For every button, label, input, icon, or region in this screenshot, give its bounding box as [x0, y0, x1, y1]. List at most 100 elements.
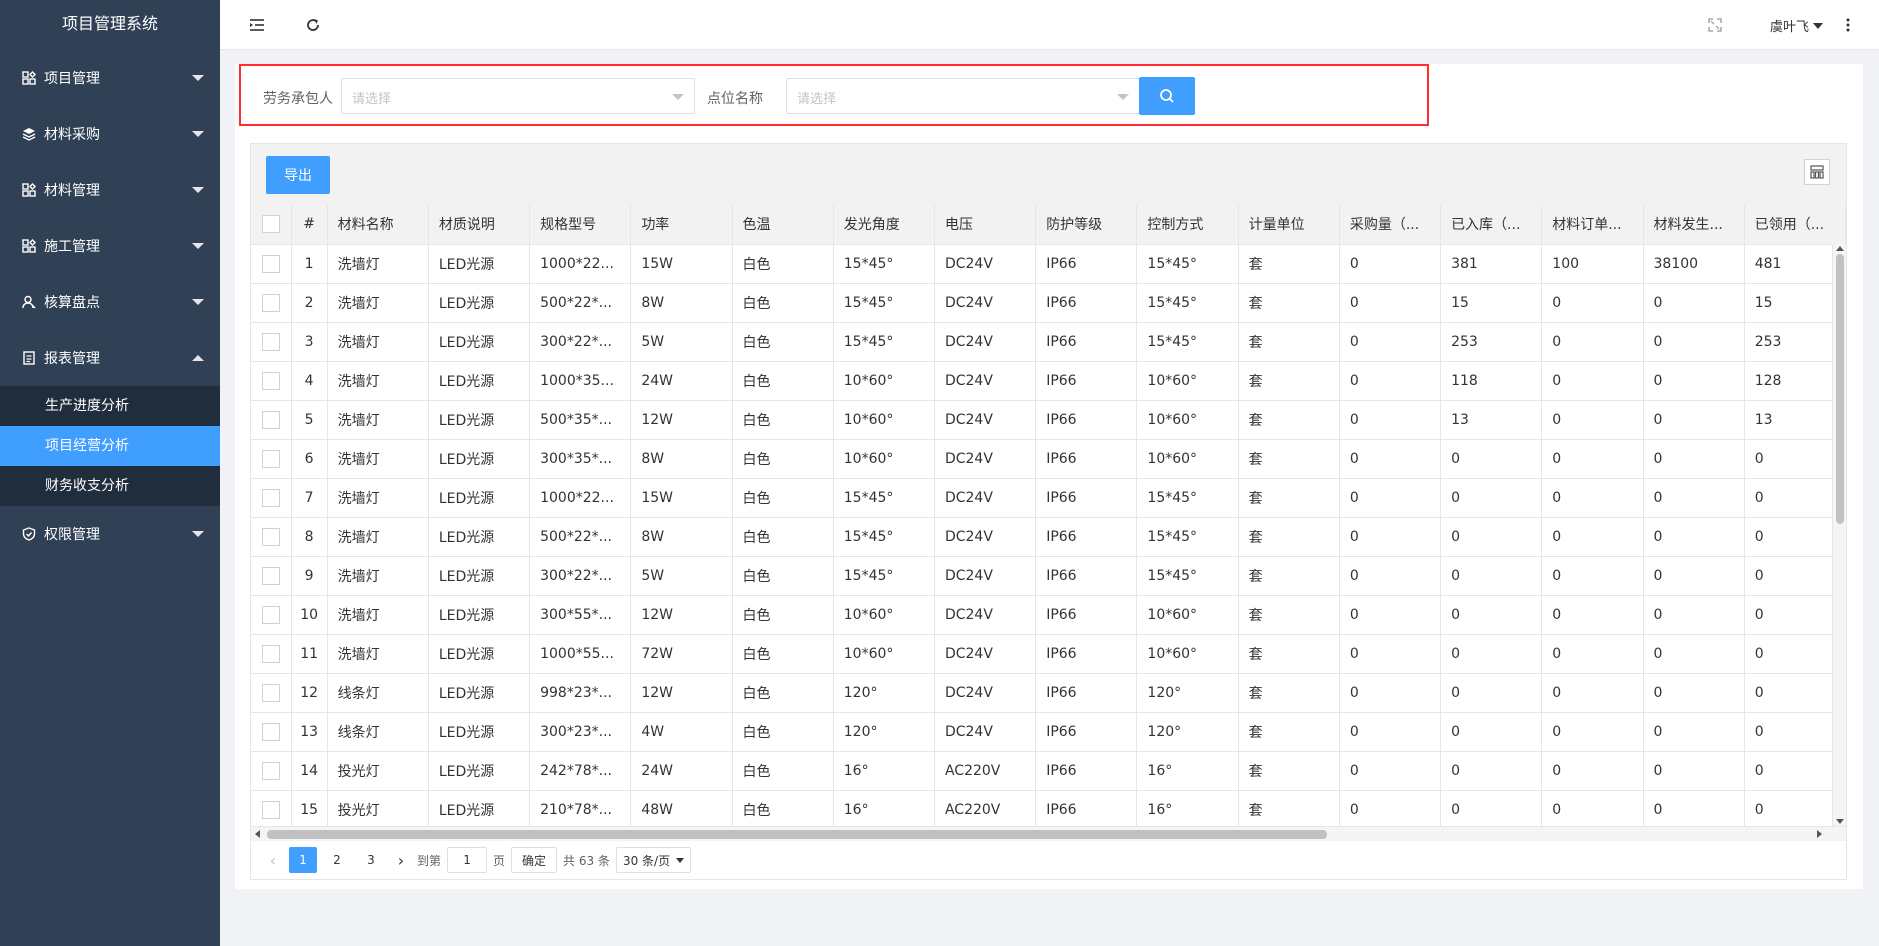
table-cell: DC24V: [934, 439, 1037, 479]
select-all-checkbox[interactable]: [261, 215, 280, 234]
table-row[interactable]: 1 洗墙灯 LED光源 1000*22... 15W 白色 15*45° DC24V IP66 1…: [251, 244, 1846, 284]
table-row[interactable]: 5 洗墙灯 LED光源 500*35*... 12W 白色 10*60° DC24V IP66 1…: [251, 400, 1846, 440]
table-cell: 0: [1643, 283, 1745, 323]
row-checkbox[interactable]: [261, 761, 280, 780]
table-cell: 10*60°: [1136, 361, 1239, 401]
table-cell: 白色: [732, 712, 834, 752]
user-menu[interactable]: 虞叶飞: [1770, 16, 1823, 35]
row-checkbox[interactable]: [261, 644, 280, 663]
row-checkbox[interactable]: [261, 410, 280, 429]
row-checkbox[interactable]: [261, 254, 280, 273]
menu-item-material-management[interactable]: 材料管理: [0, 162, 220, 218]
search-button[interactable]: [1139, 77, 1195, 115]
table-row[interactable]: 15 投光灯 LED光源 210*78*... 48W 白色 16° AC220V IP66 16…: [251, 790, 1846, 826]
table-cell: 套: [1238, 322, 1340, 362]
menu-item-accounting[interactable]: 核算盘点: [0, 274, 220, 330]
goto-page-input[interactable]: 1: [447, 847, 488, 873]
table-cell: 15*45°: [1136, 556, 1239, 596]
table-cell: 118: [1440, 361, 1543, 401]
page-number[interactable]: 3: [357, 847, 385, 873]
submenu-project-operation[interactable]: 项目经营分析: [0, 426, 220, 466]
horizontal-scrollbar[interactable]: [251, 826, 1846, 840]
next-page-icon[interactable]: ›: [391, 847, 411, 873]
table-cell: 0: [1643, 322, 1745, 362]
user-icon: [20, 293, 38, 311]
column-settings-icon[interactable]: [1804, 159, 1830, 185]
row-checkbox[interactable]: [261, 683, 280, 702]
row-checkbox[interactable]: [261, 332, 280, 351]
table-body: 1 洗墙灯 LED光源 1000*22... 15W 白色 15*45° DC24V IP66 1…: [251, 244, 1846, 826]
table-cell: 0: [1440, 439, 1543, 479]
table-row[interactable]: 8 洗墙灯 LED光源 500*22*... 8W 白色 15*45° DC24V IP66 15…: [251, 517, 1846, 557]
table-row[interactable]: 14 投光灯 LED光源 242*78*... 24W 白色 16° AC220V IP66 16…: [251, 751, 1846, 791]
table-row[interactable]: 3 洗墙灯 LED光源 300*22*... 5W 白色 15*45° DC24V IP66 15…: [251, 322, 1846, 362]
chevron-down-icon: [672, 94, 684, 100]
table-row[interactable]: 10 洗墙灯 LED光源 300*55*... 12W 白色 10*60° DC24V IP66…: [251, 595, 1846, 635]
table-cell: 12W: [630, 673, 733, 713]
row-checkbox[interactable]: [261, 293, 280, 312]
column-header: 防护等级: [1035, 205, 1138, 245]
row-checkbox[interactable]: [261, 449, 280, 468]
table-cell: 0: [1339, 361, 1442, 401]
scroll-down-icon[interactable]: [1836, 819, 1844, 824]
menu-item-project[interactable]: 项目管理: [0, 50, 220, 106]
table-cell: LED光源: [428, 361, 531, 401]
menu-label: 施工管理: [44, 239, 100, 255]
table-cell: 9: [291, 556, 328, 596]
table-row[interactable]: 12 线条灯 LED光源 998*23*... 12W 白色 120° DC24V IP66 12…: [251, 673, 1846, 713]
scroll-left-icon[interactable]: [255, 830, 260, 838]
scroll-up-icon[interactable]: [1836, 246, 1844, 251]
menu-item-permissions[interactable]: 权限管理: [0, 506, 220, 562]
table-row[interactable]: 2 洗墙灯 LED光源 500*22*... 8W 白色 15*45° DC24V IP66 15…: [251, 283, 1846, 323]
table-row[interactable]: 4 洗墙灯 LED光源 1000*35... 24W 白色 10*60° DC24V IP66 1…: [251, 361, 1846, 401]
table-row[interactable]: 9 洗墙灯 LED光源 300*22*... 5W 白色 15*45° DC24V IP66 15…: [251, 556, 1846, 596]
export-button[interactable]: 导出: [266, 156, 330, 194]
table-cell: 0: [1744, 634, 1846, 674]
username: 虞叶飞: [1769, 20, 1809, 35]
fullscreen-icon[interactable]: [1704, 14, 1726, 36]
column-header: 发光角度: [833, 205, 935, 245]
table-cell: 洗墙灯: [327, 478, 429, 518]
point-select[interactable]: 请选择: [786, 78, 1140, 114]
vertical-scrollbar[interactable]: [1832, 244, 1846, 826]
page-size-select[interactable]: 30 条/页: [615, 847, 692, 873]
menu-item-material-purchase[interactable]: 材料采购: [0, 106, 220, 162]
prev-page-icon[interactable]: ‹: [263, 847, 283, 873]
table-cell: 242*78*...: [529, 751, 632, 791]
row-checkbox[interactable]: [261, 488, 280, 507]
table-row[interactable]: 7 洗墙灯 LED光源 1000*22... 15W 白色 15*45° DC24V IP66 1…: [251, 478, 1846, 518]
submenu-production-progress[interactable]: 生产进度分析: [0, 386, 220, 426]
scroll-right-icon[interactable]: [1817, 830, 1822, 838]
table-cell: 15*45°: [1136, 244, 1239, 284]
scrollbar-thumb[interactable]: [267, 830, 1327, 839]
scrollbar-thumb[interactable]: [1836, 254, 1844, 524]
page-number[interactable]: 2: [323, 847, 351, 873]
goto-confirm-button[interactable]: 确定: [511, 847, 558, 873]
contractor-select[interactable]: 请选择: [341, 78, 695, 114]
refresh-icon[interactable]: [302, 14, 324, 36]
table-cell: 72W: [630, 634, 733, 674]
table-cell: DC24V: [934, 478, 1037, 518]
table-cell: DC24V: [934, 634, 1037, 674]
menu-item-reports[interactable]: 报表管理: [0, 330, 220, 386]
table-row[interactable]: 6 洗墙灯 LED光源 300*35*... 8W 白色 10*60° DC24V IP66 10…: [251, 439, 1846, 479]
page-unit-label: 页: [493, 853, 506, 868]
more-vertical-icon[interactable]: [1837, 14, 1859, 36]
row-checkbox[interactable]: [261, 371, 280, 390]
row-checkbox[interactable]: [261, 800, 280, 819]
table-row[interactable]: 13 线条灯 LED光源 300*23*... 4W 白色 120° DC24V IP66 120…: [251, 712, 1846, 752]
table-cell: 0: [1541, 556, 1644, 596]
submenu-finance[interactable]: 财务收支分析: [0, 466, 220, 506]
menu-collapse-icon[interactable]: [246, 14, 268, 36]
row-checkbox[interactable]: [261, 527, 280, 546]
table-row[interactable]: 11 洗墙灯 LED光源 1000*55... 72W 白色 10*60° DC24V IP66…: [251, 634, 1846, 674]
table-cell: 0: [1541, 673, 1644, 713]
row-checkbox[interactable]: [261, 566, 280, 585]
row-checkbox[interactable]: [261, 722, 280, 741]
menu-item-construction[interactable]: 施工管理: [0, 218, 220, 274]
table-cell: 洗墙灯: [327, 634, 429, 674]
row-checkbox[interactable]: [261, 605, 280, 624]
row-select-cell: [251, 322, 292, 362]
column-header: 电压: [934, 205, 1037, 245]
page-number[interactable]: 1: [289, 847, 317, 873]
